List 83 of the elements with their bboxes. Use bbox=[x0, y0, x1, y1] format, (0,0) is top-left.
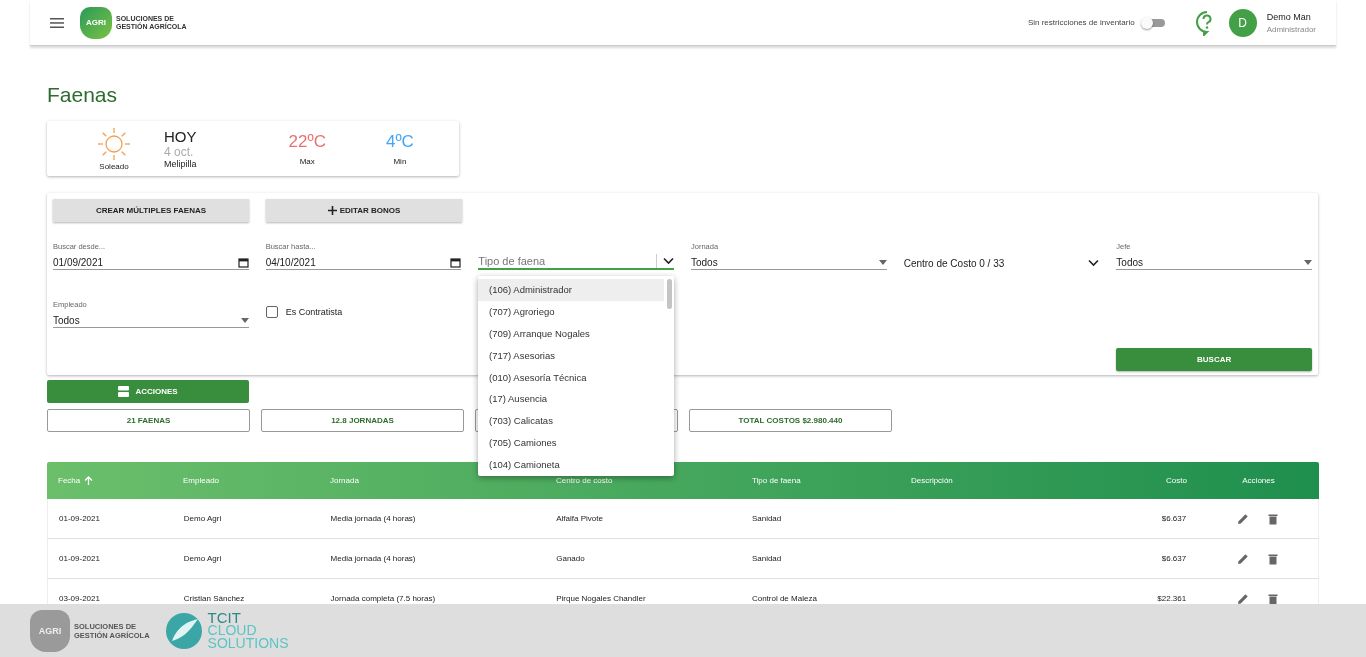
multiselect-field[interactable]: Centro de Costo 0 / 33 bbox=[903, 238, 1100, 270]
weather-location: Melipilla bbox=[164, 158, 197, 169]
field-input[interactable]: Centro de Costo 0 / 33 bbox=[903, 257, 1054, 269]
table-cell-text: Control de Maleza bbox=[750, 594, 818, 603]
page-title: Faenas bbox=[47, 83, 119, 107]
tray-icon bbox=[118, 386, 130, 397]
delete-icon[interactable] bbox=[1266, 552, 1279, 565]
table-cell-text: $22.361 bbox=[1156, 594, 1187, 603]
table-cell-text: Demo Agri bbox=[182, 554, 223, 563]
logo-text: CLOUD bbox=[207, 624, 258, 637]
temperature-label: Min bbox=[393, 156, 407, 166]
logo-text: TCIT bbox=[207, 611, 241, 624]
field-input[interactable]: Tipo de faena bbox=[478, 255, 599, 267]
edit-icon[interactable] bbox=[1236, 512, 1249, 525]
user-name: Demo Man bbox=[1266, 11, 1312, 22]
delete-icon[interactable] bbox=[1266, 512, 1279, 525]
checkbox-label: Es Contratista bbox=[285, 307, 343, 317]
weather-date: 4 oct. bbox=[164, 144, 194, 159]
actions-button[interactable]: ACCIONES bbox=[47, 380, 249, 403]
toggle-switch[interactable] bbox=[1140, 16, 1165, 29]
table-cell-text: Alfalfa Pivote bbox=[555, 514, 604, 523]
calendar-icon[interactable] bbox=[450, 256, 462, 268]
table-cell-text: $6.637 bbox=[1160, 554, 1187, 563]
table-cell-text: Cristian Sánchez bbox=[182, 594, 246, 603]
table-cell-text: Sanidad bbox=[750, 514, 783, 523]
field-input[interactable]: Todos bbox=[1116, 256, 1237, 268]
user-role: Administrador bbox=[1266, 24, 1316, 34]
field-input[interactable]: Todos bbox=[691, 256, 811, 268]
sun-icon bbox=[96, 126, 132, 162]
edit-bonus-button[interactable]: EDITAR BONOS bbox=[266, 199, 462, 222]
search-button[interactable]: BUSCAR bbox=[1116, 348, 1312, 371]
weather-day: HOY bbox=[164, 128, 197, 145]
edit-icon[interactable] bbox=[1236, 552, 1249, 565]
combo-field[interactable]: Tipo de faena bbox=[478, 238, 674, 270]
dropdown-option[interactable]: (709) Arranque Nogales bbox=[478, 322, 664, 345]
dropdown-option[interactable]: (17) Ausencia bbox=[478, 388, 664, 410]
summary-button[interactable]: 12.8 JORNADAS bbox=[261, 409, 464, 432]
dropdown-option[interactable]: (703) Calicatas bbox=[478, 409, 664, 432]
field-input[interactable]: 04/10/2021 bbox=[265, 256, 386, 268]
dropdown-option[interactable]: (705) Camiones bbox=[478, 431, 664, 454]
leaf-logo-icon bbox=[163, 610, 204, 651]
dropdown-option[interactable]: (717) Asesorias bbox=[478, 344, 664, 367]
weather-condition: Soleado bbox=[99, 162, 129, 171]
table-cell-text: Media jornada (4 horas) bbox=[329, 554, 417, 563]
table-cell-text: Ganado bbox=[555, 554, 586, 563]
table-cell-text: 03-09-2021 bbox=[58, 594, 101, 603]
temperature-label: Max bbox=[299, 156, 315, 166]
column-header[interactable]: Acciones bbox=[1187, 476, 1319, 485]
delete-icon[interactable] bbox=[1266, 592, 1279, 605]
table-cell-text: Demo Agri bbox=[182, 514, 223, 523]
dropdown-option[interactable]: (707) Agroriego bbox=[478, 300, 664, 323]
temperature: 4ºC bbox=[385, 131, 414, 152]
checkbox[interactable] bbox=[265, 306, 278, 318]
table-cell-text: $6.637 bbox=[1160, 514, 1187, 523]
logo-mark: AGRI bbox=[30, 609, 70, 652]
field-input[interactable]: Todos bbox=[53, 314, 173, 326]
summary-button[interactable]: TOTAL COSTOS $2.980.440 bbox=[689, 409, 892, 432]
temperature: 22ºC bbox=[288, 131, 326, 152]
toggle-label: Sin restricciones de inventario bbox=[1027, 18, 1135, 27]
dropdown-option[interactable]: (106) Administrador bbox=[478, 279, 664, 301]
column-header[interactable]: Costo bbox=[1047, 476, 1187, 485]
table-cell-text: Pirque Nogales Chandler bbox=[555, 594, 647, 603]
table-cell-text: Jornada completa (7.5 horas) bbox=[329, 594, 437, 603]
table-cell-text: 01-09-2021 bbox=[58, 514, 101, 523]
chevron-icon[interactable] bbox=[1088, 259, 1100, 267]
summary-button[interactable]: 21 FAENAS bbox=[47, 409, 250, 432]
dropdown-option[interactable]: (104) Camioneta bbox=[478, 453, 664, 476]
plus-icon bbox=[327, 206, 337, 215]
menu-icon[interactable] bbox=[50, 17, 64, 28]
table-cell-text: Sanidad bbox=[750, 554, 783, 563]
scrollbar[interactable] bbox=[667, 279, 672, 309]
table-cell-text: Media jornada (4 horas) bbox=[329, 514, 417, 523]
logo-text: SOLUTIONS bbox=[207, 637, 289, 650]
calendar-icon[interactable] bbox=[237, 256, 249, 268]
caret-icon bbox=[240, 317, 249, 323]
logo-mark: AGRI bbox=[80, 6, 112, 39]
create-button[interactable]: CREAR MÚLTIPLES FAENAS bbox=[53, 199, 249, 222]
dropdown-option[interactable]: (010) Asesoría Técnica bbox=[478, 366, 664, 388]
caret-icon bbox=[1304, 259, 1312, 265]
caret-icon bbox=[878, 259, 887, 265]
table-cell-text: 01-09-2021 bbox=[58, 554, 101, 563]
chevron-icon[interactable] bbox=[663, 257, 674, 265]
field-input[interactable]: 01/09/2021 bbox=[53, 256, 173, 268]
